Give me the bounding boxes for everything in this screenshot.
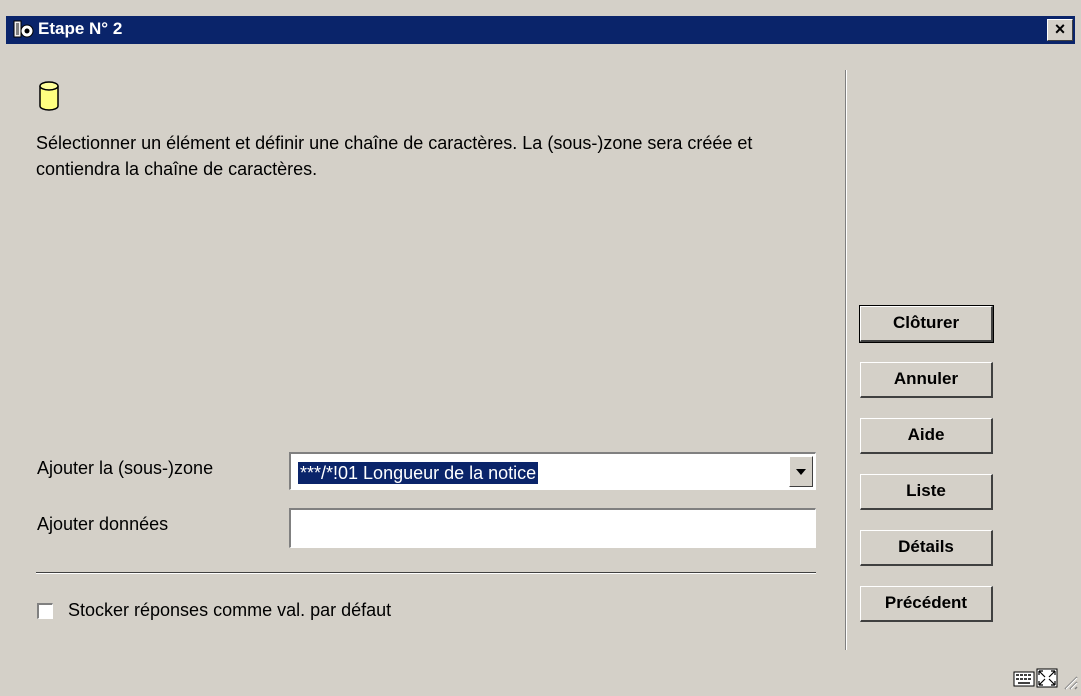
app-icon xyxy=(13,20,34,38)
chevron-down-icon[interactable] xyxy=(789,456,813,487)
details-button[interactable]: Détails xyxy=(860,530,993,566)
vertical-divider xyxy=(845,70,847,650)
instructions-text: Sélectionner un élément et définir une c… xyxy=(36,133,753,179)
zone-label: Ajouter la (sous-)zone xyxy=(37,458,214,478)
zone-select[interactable]: ***/*!01 Longueur de la notice xyxy=(289,452,816,490)
zone-select-value: ***/*!01 Longueur de la notice xyxy=(298,462,539,484)
close-icon: × xyxy=(1054,19,1066,39)
database-icon xyxy=(39,81,59,111)
horizontal-divider xyxy=(36,572,816,574)
title-bar-strip xyxy=(6,16,1075,44)
help-button[interactable]: Aide xyxy=(860,418,993,454)
keyboard-icon[interactable] xyxy=(1013,668,1035,688)
resize-grip-icon[interactable] xyxy=(1060,672,1078,690)
data-input[interactable] xyxy=(289,508,816,548)
default-checkbox-label[interactable]: Stocker réponses comme val. par défaut xyxy=(68,600,391,621)
close-window-button[interactable]: × xyxy=(1047,19,1073,41)
cancel-button[interactable]: Annuler xyxy=(860,362,993,398)
data-label: Ajouter données xyxy=(37,514,169,534)
default-checkbox[interactable] xyxy=(37,603,53,619)
fullscreen-icon[interactable] xyxy=(1036,668,1058,688)
list-button[interactable]: Liste xyxy=(860,474,993,510)
previous-button[interactable]: Précédent xyxy=(860,586,993,622)
title-bar[interactable]: Etape N° 2 × xyxy=(0,0,1081,46)
window-title: Etape N° 2 xyxy=(38,19,123,38)
dialog-window: Etape N° 2 × Sélectionner un élément et … xyxy=(0,0,1081,696)
close-button[interactable]: Clôturer xyxy=(859,305,994,343)
